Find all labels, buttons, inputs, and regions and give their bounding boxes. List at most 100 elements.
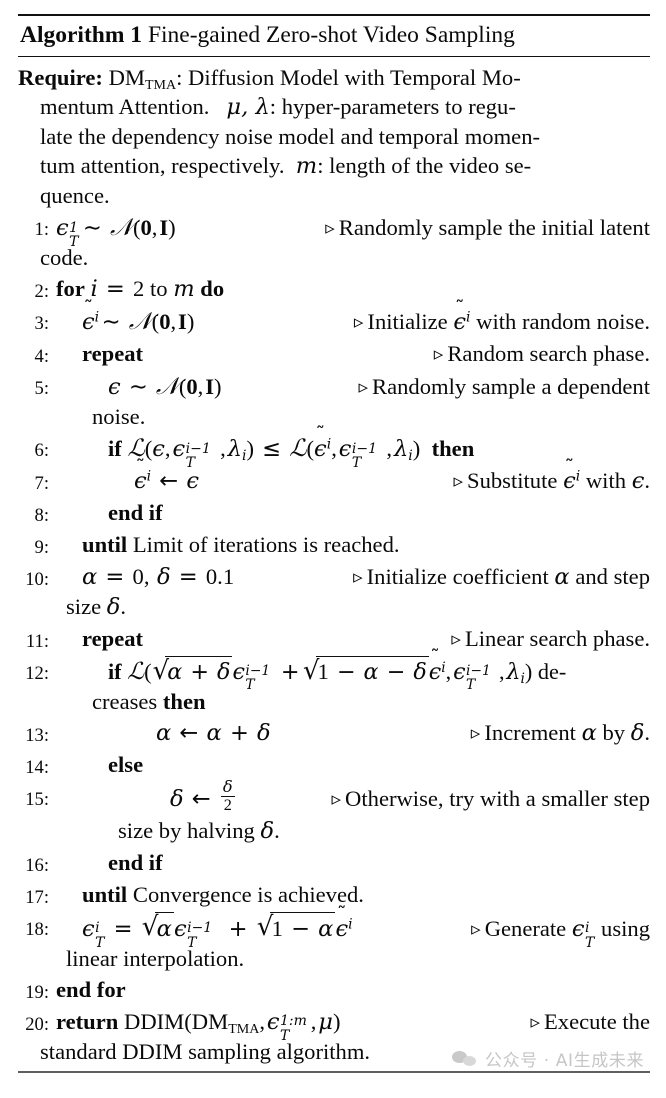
line-7-comment-text: Substitute bbox=[467, 468, 558, 494]
line-2-statement: for i = 2 to m do bbox=[56, 276, 225, 303]
require-m-symbol: m bbox=[295, 153, 318, 180]
line-18-statement: ϵiT = √ αϵ i−1 T + √ 1 − α ˜ ϵi bbox=[82, 903, 353, 951]
line-7-comment: ▹ Substitute ˜ ϵi with ϵ. bbox=[453, 455, 650, 495]
keyword-until: until bbox=[82, 882, 128, 908]
algorithm-line-4: 4: repeat ▹ Random search phase. bbox=[18, 338, 650, 370]
line-13-row: α ← α + δ ▹ Increment α by δ. bbox=[134, 718, 650, 748]
line-17-text: Convergence is achieved. bbox=[132, 882, 364, 908]
require-block: Require: DMTMA: Diffusion Model with Tem… bbox=[18, 62, 650, 211]
comment-triangle-icon: ▹ bbox=[353, 312, 364, 334]
line-body-17: until Convergence is achieved. bbox=[56, 880, 650, 909]
line-number-3: 3: bbox=[34, 313, 49, 335]
algorithm-line-9: 9: until Limit of iterations is reached. bbox=[18, 529, 650, 561]
comment-triangle-icon: ▹ bbox=[325, 218, 335, 240]
line-4-comment: ▹ Random search phase. bbox=[434, 339, 650, 368]
keyword-if: if bbox=[108, 436, 122, 462]
line-15-comment-text: Otherwise, try with a smaller step bbox=[345, 785, 650, 811]
require-seg-3-rest: : hyper-parameters to regu- bbox=[269, 94, 516, 120]
algorithm-line-17: 17: until Convergence is achieved. bbox=[18, 879, 650, 911]
line-11-row: repeat ▹ Linear search phase. bbox=[82, 624, 650, 653]
line-body-13: α ← α + δ ▹ Increment α by δ. bbox=[56, 718, 650, 748]
line-number-4: 4: bbox=[34, 346, 49, 368]
algorithm-line-18: 18: ϵiT = √ αϵ i−1 T + √ 1 − α ˜ ϵi ▹ Generate … bbox=[18, 903, 650, 974]
line-1-statement: ϵ 1 T ∼ 𝒩(0, I) bbox=[56, 213, 176, 250]
line-number-14: 14: bbox=[25, 756, 49, 778]
keyword-to: to bbox=[149, 276, 168, 302]
require-seg-2: : Diffusion Model with Temporal Mo- bbox=[176, 65, 521, 91]
line-number-18: 18: bbox=[25, 919, 49, 941]
line-13-comment-text: Increment bbox=[484, 719, 576, 745]
comment-triangle-icon: ▹ bbox=[433, 344, 444, 366]
line-number-11: 11: bbox=[25, 631, 49, 653]
line-15-cont-text: size by halving bbox=[118, 818, 255, 844]
line-3-comment: ▹ Initialize ˜ ϵi with random noise. bbox=[353, 296, 650, 336]
line-16-statement: end if bbox=[108, 850, 163, 876]
keyword-if: if bbox=[108, 659, 122, 685]
delta-over-two-fraction: δ2 bbox=[220, 776, 235, 814]
line-18-continuation: linear interpolation. bbox=[66, 946, 245, 972]
line-1-row: ϵ 1 T ∼ 𝒩(0, I) ▹ Randomly sample the initia… bbox=[56, 212, 650, 250]
line-body-16: end if bbox=[56, 848, 650, 877]
algorithm-line-11: 11: repeat ▹ Linear search phase. bbox=[18, 623, 650, 655]
line-20-comment-text: Execute the bbox=[543, 1008, 650, 1034]
comment-triangle-icon: ▹ bbox=[471, 919, 481, 941]
keyword-until: until bbox=[82, 532, 128, 558]
comment-triangle-icon: ▹ bbox=[331, 788, 342, 810]
line-12-statement: if ℒ(√ α + δϵ i−1 T + √ 1 − α − δ ˜ ϵi, ϵ i−1 T, λ… bbox=[108, 647, 567, 693]
line-7-comment-tail: with bbox=[585, 468, 627, 494]
require-seg-4: late the dependency noise model and temp… bbox=[40, 124, 541, 150]
line-11-comment-text: Linear search phase. bbox=[464, 626, 650, 652]
line-7-row: ˜ ϵi ← ϵ ▹ Substitute ˜ ϵi with ϵ. bbox=[134, 455, 650, 496]
line-18-comment-text: Generate bbox=[484, 916, 567, 942]
require-line-4: tum attention, respectively. m: length o… bbox=[18, 151, 650, 181]
require-seg-3: mentum Attention. bbox=[40, 94, 210, 120]
require-dm: DM bbox=[108, 65, 145, 91]
line-number-8: 8: bbox=[34, 505, 49, 527]
comment-triangle-icon: ▹ bbox=[453, 471, 464, 493]
require-seg-5c: : length of the video se- bbox=[317, 153, 532, 179]
line-13-comment-mid: by bbox=[602, 719, 626, 745]
line-13-statement: α ← α + δ bbox=[156, 719, 271, 746]
algorithm-line-10: 10: α = 0, δ = 0.1 ▹ Initialize coefficie… bbox=[18, 561, 650, 623]
algorithm-line-3: 3: ˜ ϵi ∼ 𝒩(0, I) ▹ Initialize ˜ ϵi with ran… bbox=[18, 296, 650, 338]
line-body-15: δ ← δ2 ▹ Otherwise, try with a smaller st… bbox=[56, 776, 650, 847]
line-14-statement: else bbox=[108, 751, 144, 777]
line-number-1: 1: bbox=[34, 219, 49, 241]
line-number-7: 7: bbox=[34, 473, 49, 495]
line-10-continuation: size δ. bbox=[66, 594, 127, 621]
keyword-do: do bbox=[200, 276, 225, 302]
line-number-5: 5: bbox=[34, 378, 49, 400]
line-5-row: ϵ ∼ 𝒩(0, I) ▹ Randomly sample a dependent bbox=[108, 371, 650, 402]
algorithm-line-7: 7: ˜ ϵi ← ϵ ▹ Substitute ˜ ϵi with ϵ. bbox=[18, 455, 650, 497]
algorithm-lines: Require: DMTMA: Diffusion Model with Tem… bbox=[18, 57, 650, 1067]
algorithm-line-8: 8: end if bbox=[18, 497, 650, 529]
keyword-return: return bbox=[56, 1008, 119, 1034]
line-20-comment: ▹ Execute the bbox=[530, 1007, 650, 1036]
comment-triangle-icon: ▹ bbox=[353, 567, 363, 589]
require-params: μ, λ bbox=[226, 94, 270, 121]
line-number-17: 17: bbox=[25, 887, 49, 909]
require-keyword: Require: bbox=[18, 65, 103, 91]
algorithm-line-1: 1: ϵ 1 T ∼ 𝒩(0, I) ▹ Randomly sample the ini… bbox=[18, 211, 650, 273]
line-3-comment-text: Initialize bbox=[367, 309, 448, 335]
line-1-comment: ▹ Randomly sample the initial latent bbox=[325, 213, 650, 242]
algorithm-label: Algorithm 1 bbox=[20, 22, 143, 48]
algorithm-line-16: 16: end if bbox=[18, 847, 650, 879]
line-number-10: 10: bbox=[25, 569, 49, 591]
require-line-5: quence. bbox=[18, 181, 650, 210]
line-number-13: 13: bbox=[25, 724, 49, 746]
line-number-12: 12: bbox=[25, 663, 49, 685]
require-line-3: late the dependency noise model and temp… bbox=[18, 122, 650, 151]
line-body-19: end for bbox=[56, 975, 650, 1004]
comment-triangle-icon: ▹ bbox=[358, 377, 369, 399]
line-15-statement: δ ← δ2 bbox=[170, 776, 235, 814]
line-body-6: if ℒ(ϵ, ϵ i−1 T, λi) ≤ ℒ(˜ ϵi, ϵ i−1 T, λi) t… bbox=[56, 423, 650, 471]
line-3-row: ˜ ϵi ∼ 𝒩(0, I) ▹ Initialize ˜ ϵi with random… bbox=[82, 296, 650, 337]
comment-triangle-icon: ▹ bbox=[470, 722, 481, 744]
line-body-14: else bbox=[56, 750, 650, 779]
line-body-18: ϵiT = √ αϵ i−1 T + √ 1 − α ˜ ϵi ▹ Generate ϵiT … bbox=[56, 903, 650, 973]
line-body-1: ϵ 1 T ∼ 𝒩(0, I) ▹ Randomly sample the initia… bbox=[40, 212, 650, 272]
line-body-9: until Limit of iterations is reached. bbox=[56, 530, 650, 559]
line-4-comment-text: Random search phase. bbox=[447, 341, 650, 367]
line-body-2: for i = 2 to m do bbox=[56, 274, 650, 304]
